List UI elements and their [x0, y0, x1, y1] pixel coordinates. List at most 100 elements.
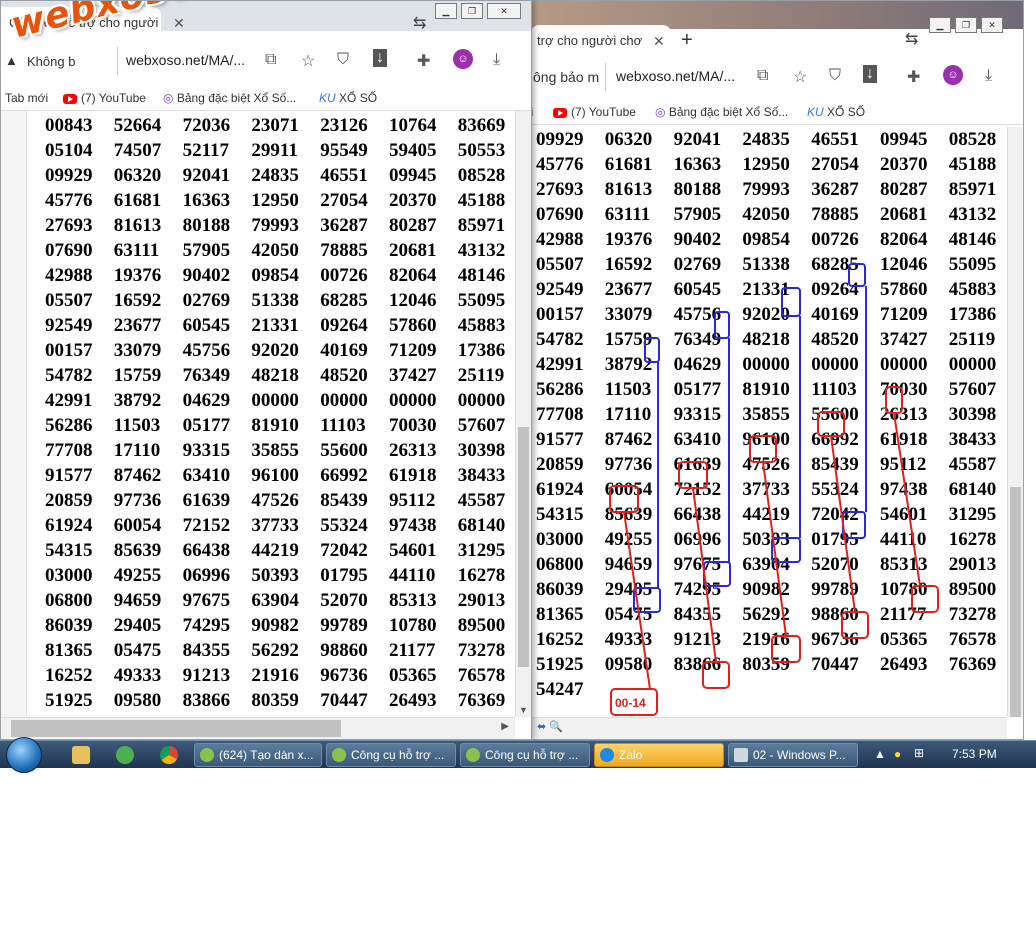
- taskbar-task[interactable]: (624) Tạo dàn x...: [194, 743, 322, 767]
- table-cell: 00000: [251, 390, 299, 411]
- shield-icon[interactable]: ⛉: [337, 51, 349, 69]
- tab-search-icon[interactable]: ⇆: [413, 13, 426, 33]
- star-icon[interactable]: ☆: [301, 51, 315, 71]
- maximize-icon[interactable]: ❐: [955, 17, 977, 33]
- close-icon[interactable]: ✕: [487, 3, 521, 19]
- results-table: 00843 52664 72036 23071 23126 10764 83669 05104…: [45, 113, 517, 713]
- table-row: 03000 49255 06996 50393 01795 44110 16278: [45, 563, 517, 588]
- start-button[interactable]: [6, 737, 42, 773]
- table-cell: 51338: [251, 290, 299, 311]
- table-row: 92549 23677 60545 21331 09264 57860 45883: [45, 313, 517, 338]
- new-tab-button[interactable]: +: [681, 29, 693, 52]
- scroll-right-icon[interactable]: ▶: [501, 721, 509, 732]
- shield-icon[interactable]: ⛉: [829, 67, 841, 85]
- taskbar-task[interactable]: Công cụ hỗ trợ ...: [326, 743, 456, 767]
- folder-icon[interactable]: [72, 746, 90, 764]
- maximize-icon[interactable]: ❐: [461, 3, 483, 19]
- taskbar-task[interactable]: 02 - Windows P...: [728, 743, 858, 767]
- vertical-scrollbar[interactable]: [1007, 127, 1023, 717]
- address-bar[interactable]: webxoso.net/MA/...: [605, 63, 745, 91]
- table-cell: 57905: [182, 240, 231, 261]
- table-row: 92549 23677 60545 21331 09264 57860 45883: [536, 277, 1016, 302]
- sheet-nav-icon[interactable]: ⬌ 🔍: [537, 720, 563, 733]
- table-row: 07690 63111 57905 42050 78885 20681 43132: [45, 238, 517, 263]
- table-cell: 61639: [673, 454, 722, 475]
- block-popup-icon[interactable]: ⧉: [757, 67, 768, 85]
- bookmark-youtube[interactable]: (7) YouTube: [553, 105, 636, 119]
- table-cell: 20681: [388, 240, 437, 261]
- table-row: 00157 33079 45756 92020 40169 71209 17386: [45, 338, 517, 363]
- bookmark-xo-so[interactable]: KU XỔ SỐ: [807, 105, 865, 119]
- taskbar-task-active[interactable]: Zalo: [594, 743, 724, 767]
- warning-icon[interactable]: ▲: [5, 53, 18, 68]
- bookmark-bang-dac-biet[interactable]: ◎ Bảng đặc biệt Xổ Số...: [655, 105, 788, 119]
- table-cell: 38792: [604, 354, 653, 375]
- bookmark-bang-dac-biet[interactable]: ◎ Bảng đặc biệt Xổ Số...: [163, 91, 296, 105]
- table-row: 16252 49333 91213 21916 96736 05365 76578: [45, 663, 517, 688]
- address-bar[interactable]: webxoso.net/MA/...: [117, 47, 257, 75]
- table-cell: 44110: [879, 529, 927, 550]
- table-cell: 81910: [742, 379, 790, 400]
- extensions-icon[interactable]: ✚: [907, 67, 920, 87]
- table-cell: 20681: [879, 204, 928, 225]
- profile-avatar[interactable]: ☺: [453, 49, 473, 69]
- profile-avatar[interactable]: ☺: [943, 65, 963, 85]
- table-cell: 57860: [879, 279, 928, 300]
- downloads-icon[interactable]: ⤓: [493, 51, 500, 69]
- downloads-icon[interactable]: ⤓: [985, 67, 992, 85]
- table-cell: 20859: [45, 490, 93, 511]
- table-cell: 63904: [251, 590, 299, 611]
- extensions-icon[interactable]: ✚: [417, 51, 430, 71]
- table-cell: 66438: [673, 504, 722, 525]
- tray-app-icon[interactable]: ●: [894, 747, 901, 761]
- table-cell: 45756: [182, 340, 231, 361]
- minimize-icon[interactable]: ▁: [929, 17, 951, 33]
- table-cell: 12046: [388, 290, 437, 311]
- tab-close-icon[interactable]: ✕: [173, 15, 185, 32]
- tab-search-icon[interactable]: ⇆: [905, 29, 918, 49]
- table-cell: 00000: [811, 354, 859, 375]
- vertical-scrollbar[interactable]: ▼: [515, 111, 531, 717]
- url-security-label: Không b: [27, 54, 76, 69]
- table-cell: 59405: [388, 140, 437, 161]
- chrome-icon[interactable]: [160, 746, 178, 764]
- scroll-thumb[interactable]: [1010, 487, 1021, 717]
- table-cell: 97675: [673, 554, 722, 575]
- table-row: 20859 97736 61639 47526 85439 95112 45587: [45, 488, 517, 513]
- table-cell: 83669: [457, 115, 506, 136]
- table-cell: 56292: [742, 604, 790, 625]
- minimize-icon[interactable]: ▁: [435, 3, 457, 19]
- tab-close-icon[interactable]: ✕: [653, 33, 665, 50]
- horizontal-scrollbar[interactable]: ▶: [1, 717, 515, 739]
- bookmark-xo-so[interactable]: KU XỔ SỐ: [319, 91, 377, 105]
- bookmark-youtube[interactable]: (7) YouTube: [63, 91, 146, 105]
- app-icon[interactable]: [116, 746, 134, 764]
- browser-tab[interactable]: trợ cho người chơ: [531, 25, 671, 57]
- table-cell: 05507: [45, 290, 93, 311]
- scroll-thumb[interactable]: [518, 427, 529, 667]
- download-arrow-icon[interactable]: ↓: [863, 65, 877, 83]
- left-browser-window: Công cụ hỗ trợ cho người chơ ✕ ⇆ ▁ ❐ ✕ ▲…: [0, 0, 532, 740]
- table-cell: 21916: [742, 629, 790, 650]
- table-cell: 09580: [604, 654, 653, 675]
- table-cell: 51338: [742, 254, 790, 275]
- table-cell: 79993: [251, 215, 299, 236]
- block-popup-icon[interactable]: ⧉: [265, 51, 276, 69]
- scroll-down-icon[interactable]: ▼: [519, 705, 528, 715]
- scroll-thumb[interactable]: [11, 720, 341, 737]
- table-cell: 42988: [536, 229, 584, 250]
- star-icon[interactable]: ☆: [793, 67, 807, 87]
- table-cell: 82064: [388, 265, 437, 286]
- table-cell: 86039: [536, 579, 584, 600]
- table-cell: 55324: [811, 479, 859, 500]
- close-icon[interactable]: ✕: [981, 17, 1003, 33]
- taskbar-task[interactable]: Công cụ hỗ trợ ...: [460, 743, 590, 767]
- download-arrow-icon[interactable]: ↓: [373, 49, 387, 67]
- table-cell: 87462: [604, 429, 653, 450]
- network-icon[interactable]: ⊞: [914, 746, 924, 760]
- system-tray: ▲ ● ⊞ 7:53 PM: [866, 741, 1036, 769]
- clock[interactable]: 7:53 PM: [952, 747, 997, 761]
- tray-arrow-icon[interactable]: ▲: [874, 747, 886, 761]
- table-cell: 43132: [948, 204, 997, 225]
- bookmark-new-tab[interactable]: Tab mới: [5, 91, 48, 105]
